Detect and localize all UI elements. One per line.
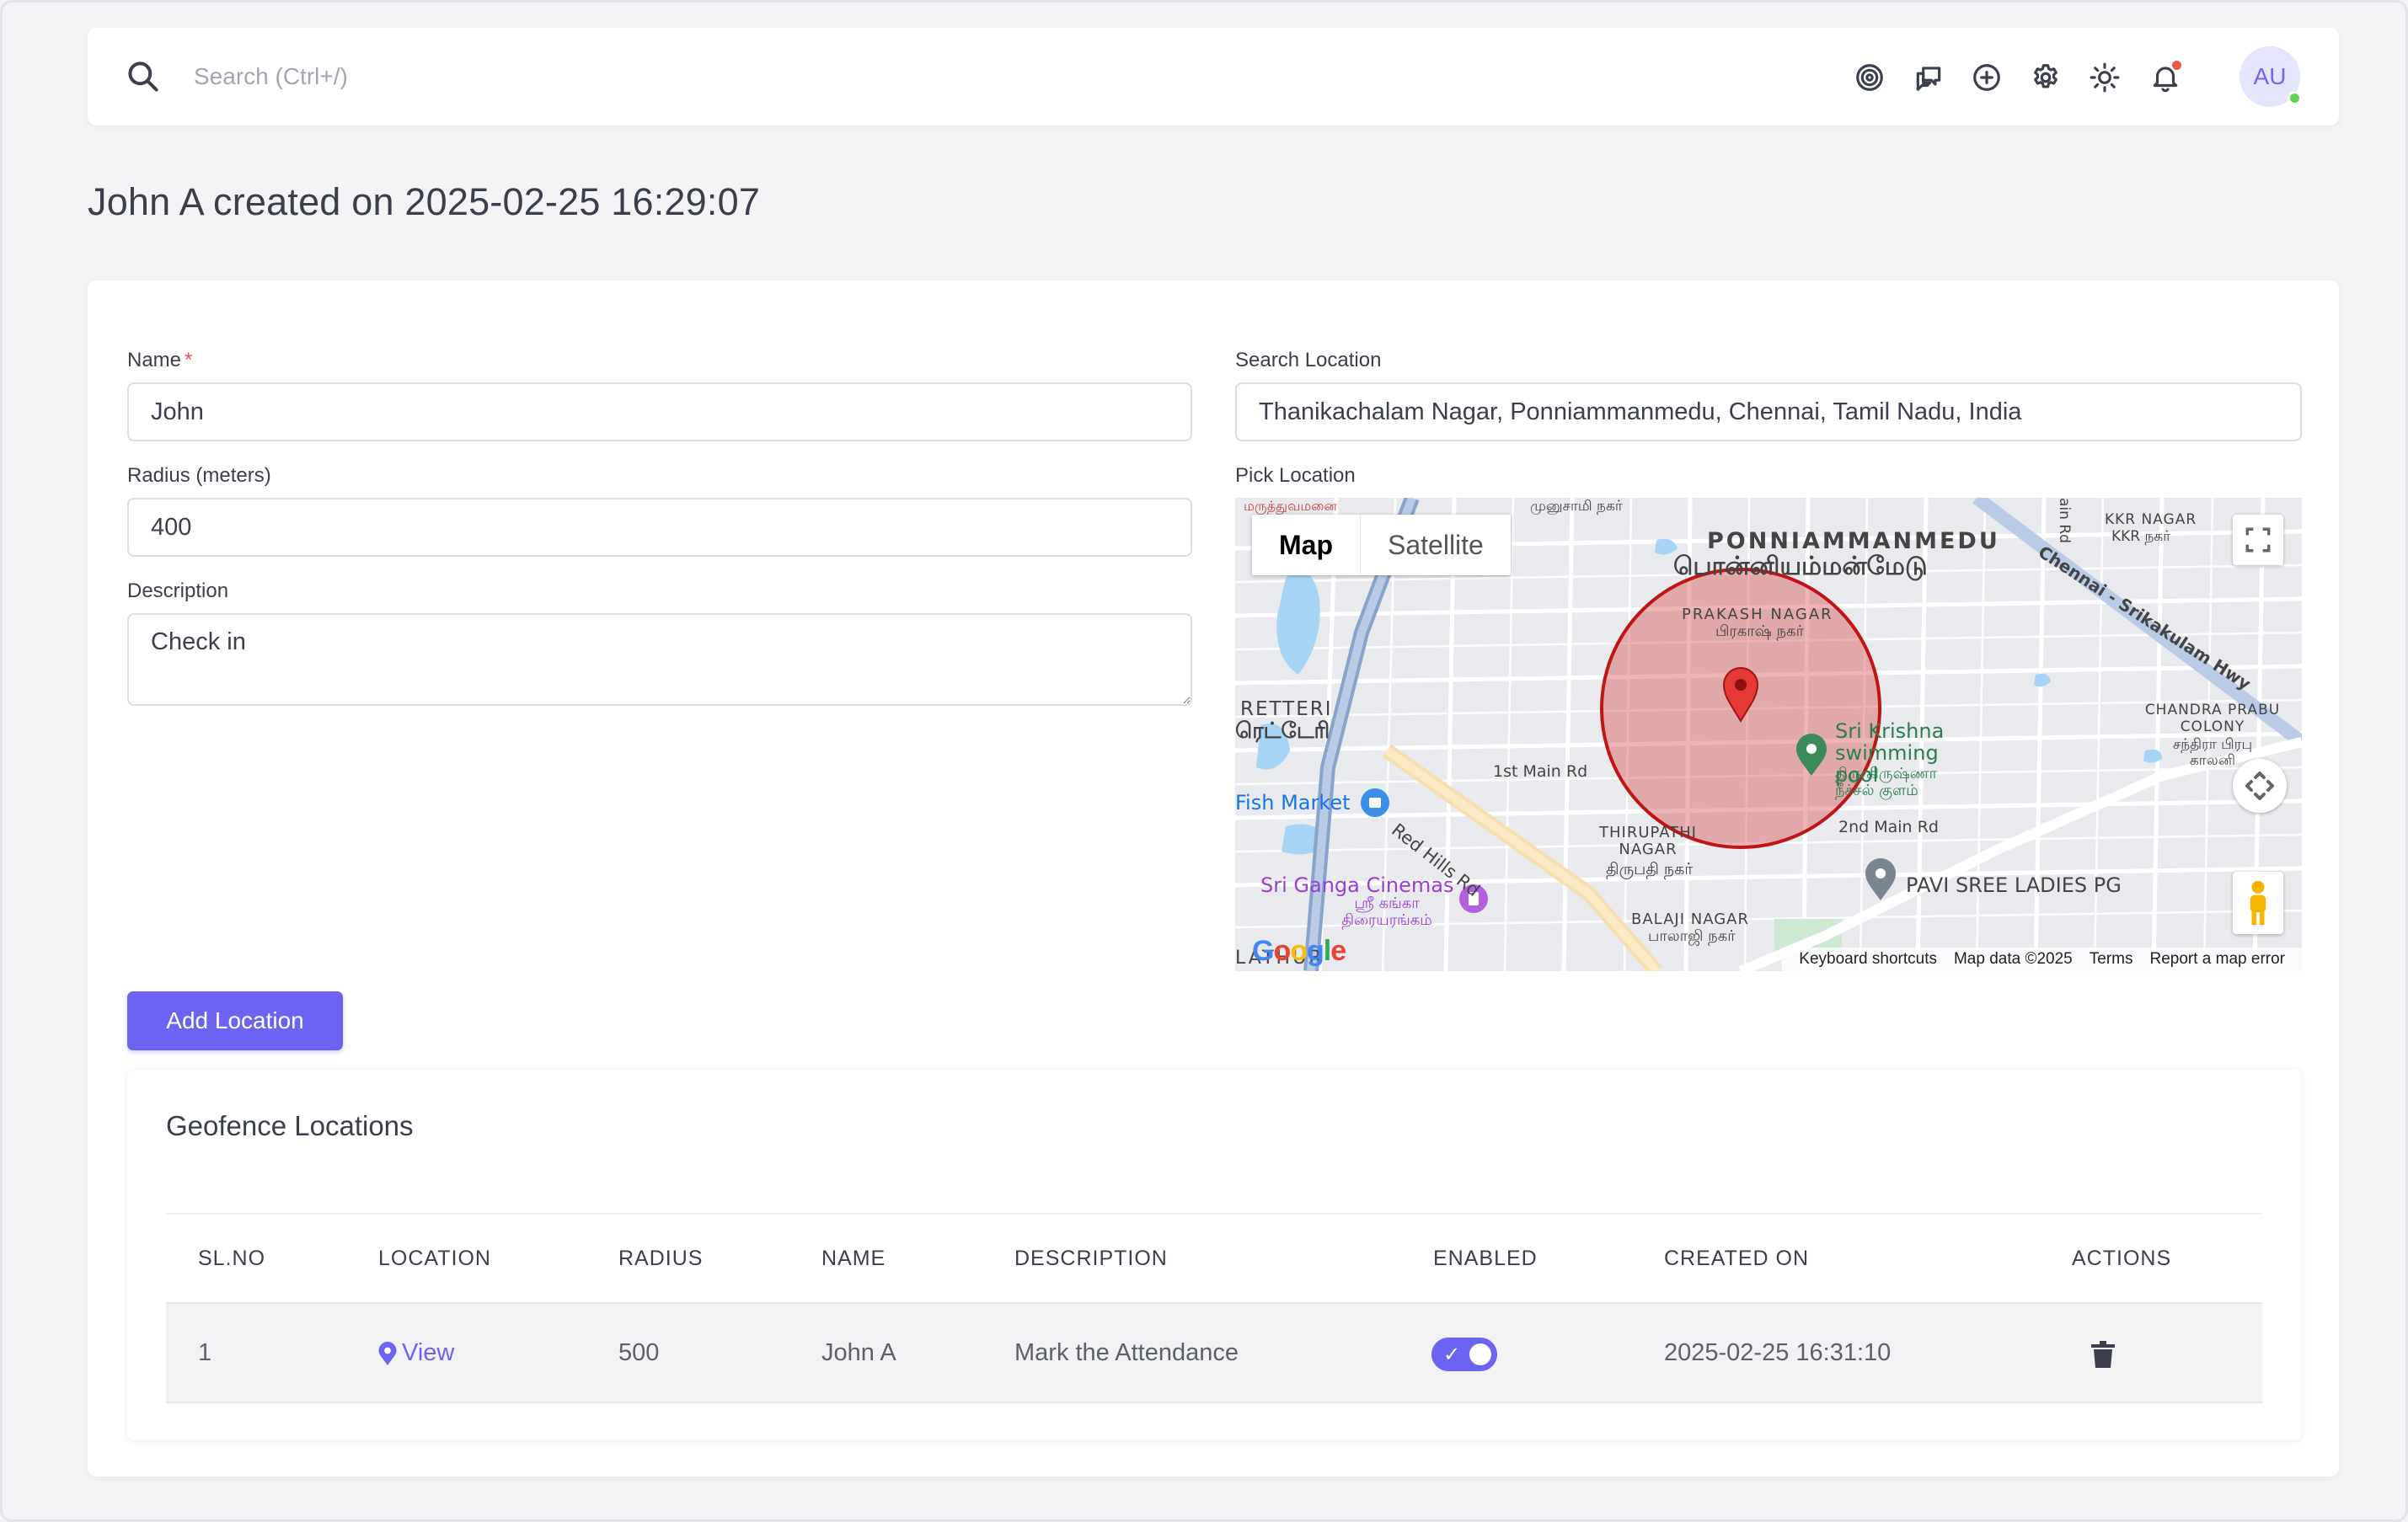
map-label-balaji-nagar-ta: பாலாஜி நகர்: [1648, 927, 1736, 945]
map-label-hospital: மருத்துவமனை: [1244, 498, 1337, 514]
pegman-icon[interactable]: [2233, 872, 2283, 934]
description-label: Description: [127, 579, 229, 602]
map-label-1st-main-rd: 1st Main Rd: [1493, 762, 1588, 781]
google-logo[interactable]: Google: [1252, 935, 1346, 968]
map-label-main-rd: ain Rd: [2056, 498, 2073, 543]
notification-badge: [2172, 61, 2181, 70]
map-label-kkr-nagar-ta: KKR நகர்: [2111, 528, 2171, 545]
required-mark: *: [185, 349, 193, 371]
toggle-knob: [1469, 1343, 1491, 1365]
radius-input[interactable]: [127, 498, 1192, 557]
satellite-tab[interactable]: Satellite: [1360, 515, 1511, 575]
search-input[interactable]: [194, 53, 952, 100]
map-label-balaji-nagar: BALAJI NAGAR: [1631, 911, 1749, 928]
map-label-retteri: RETTERI: [1240, 698, 1333, 720]
map-label-thirupathi-nagar-ta: திருபதி நகர்: [1606, 860, 1694, 878]
radius-label: Radius (meters): [127, 464, 271, 487]
map-label-sri-ganga[interactable]: Sri Ganga Cinemas: [1260, 873, 1453, 897]
map-label-retteri-ta: ரெட்டேரி: [1235, 718, 1330, 744]
map-label-2nd-main-rd: 2nd Main Rd: [1838, 818, 1939, 836]
column-header: ACTIONS: [2072, 1247, 2172, 1270]
map-label-prakash-nagar-ta: பிரகாஷ் நகர்: [1715, 622, 1804, 640]
online-status-dot: [2288, 91, 2302, 105]
gear-icon[interactable]: [2028, 60, 2063, 95]
location-map[interactable]: Map Satellite PONNIAMMANMEDU பொன்னியம்மன…: [1235, 498, 2302, 971]
sun-icon[interactable]: [2087, 60, 2122, 95]
column-header: SL.NO: [198, 1247, 266, 1270]
target-icon[interactable]: [1852, 60, 1887, 95]
bell-icon[interactable]: [2148, 60, 2183, 95]
page-title: John A created on 2025-02-25 16:29:07: [88, 180, 761, 223]
name-label: Name *: [127, 349, 193, 371]
add-location-button[interactable]: Add Location: [127, 991, 343, 1050]
cell-sl-no: 1: [198, 1339, 212, 1366]
geofence-table: SL.NO LOCATION RADIUS NAME DESCRIPTION E…: [166, 1213, 2262, 1403]
view-location-link[interactable]: View: [378, 1339, 454, 1367]
geofence-locations-card: Geofence Locations SL.NO LOCATION RADIUS…: [127, 1070, 2301, 1440]
avatar-initials: AU: [2253, 63, 2287, 89]
map-label-muthu: முனுசாமி நகர்: [1530, 498, 1623, 515]
terms-link[interactable]: Terms: [2090, 950, 2133, 969]
map-label-ponniammanmedu: PONNIAMMANMEDU: [1707, 528, 2000, 554]
map-label-sri-ganga-ta: ஸ்ரீ கங்கா திரையரங்கம்: [1341, 895, 1432, 929]
search-location-input[interactable]: [1235, 382, 2302, 441]
chat-icon[interactable]: [1911, 60, 1946, 95]
enabled-toggle[interactable]: ✓: [1431, 1338, 1497, 1371]
fullscreen-icon[interactable]: [2233, 515, 2283, 565]
column-header: CREATED ON: [1664, 1247, 1810, 1270]
table-row: 1 View 500 John A Mark the Attendance ✓ …: [166, 1302, 2262, 1403]
check-icon: ✓: [1443, 1343, 1461, 1366]
map-camera-control-icon[interactable]: [2233, 759, 2287, 813]
view-link-label: View: [402, 1339, 455, 1366]
column-header: NAME: [821, 1247, 886, 1270]
name-input[interactable]: [127, 382, 1192, 441]
map-footer: Keyboard shortcuts Map data ©2025 Terms …: [1782, 948, 2302, 971]
column-header: RADIUS: [618, 1247, 704, 1270]
avatar[interactable]: AU: [2239, 46, 2302, 107]
map-tab[interactable]: Map: [1252, 515, 1360, 575]
map-label-fish-market[interactable]: Fish Market: [1235, 791, 1351, 814]
map-label-sri-krishna-ta: திரு கிருஷ்ணா நீச்சல் குளம்: [1835, 765, 1938, 799]
map-type-toggle: Map Satellite: [1252, 515, 1511, 575]
map-data-text: Map data ©2025: [1953, 950, 2073, 968]
map-label-pavi-sree[interactable]: PAVI SREE LADIES PG: [1906, 873, 2122, 897]
map-label-chandra-prabu: CHANDRA PRABU COLONY: [2144, 702, 2281, 735]
geofence-locations-title: Geofence Locations: [166, 1110, 414, 1141]
map-label-prakash-nagar: PRAKASH NAGAR: [1682, 606, 1833, 623]
description-textarea[interactable]: Check in: [127, 613, 1192, 706]
cell-created-on: 2025-02-25 16:31:10: [1664, 1339, 1892, 1366]
pick-location-label: Pick Location: [1235, 464, 1356, 487]
column-header: ENABLED: [1433, 1247, 1538, 1270]
table-header: SL.NO LOCATION RADIUS NAME DESCRIPTION E…: [166, 1213, 2262, 1302]
search-location-label: Search Location: [1235, 349, 1382, 371]
keyboard-shortcuts-link[interactable]: Keyboard shortcuts: [1799, 950, 1937, 969]
cell-name: John A: [821, 1339, 896, 1366]
map-label-kkr-nagar: KKR NAGAR: [2105, 511, 2197, 528]
trash-icon[interactable]: [2090, 1341, 2116, 1368]
cell-description: Mark the Attendance: [1014, 1339, 1239, 1366]
map-label-thirupathi-nagar: THIRUPATHI NAGAR: [1599, 824, 1697, 858]
plus-circle-icon[interactable]: [1969, 60, 2004, 95]
map-pin-icon: [378, 1341, 397, 1365]
report-error-link[interactable]: Report a map error: [2149, 950, 2285, 969]
column-header: LOCATION: [378, 1247, 491, 1270]
cell-radius: 500: [618, 1339, 660, 1366]
top-navbar: AU: [88, 28, 2339, 125]
map-label-ponniammanmedu-ta: பொன்னியம்மன்மேடு: [1673, 552, 1928, 581]
column-header: DESCRIPTION: [1014, 1247, 1168, 1270]
search-icon[interactable]: [125, 58, 162, 95]
